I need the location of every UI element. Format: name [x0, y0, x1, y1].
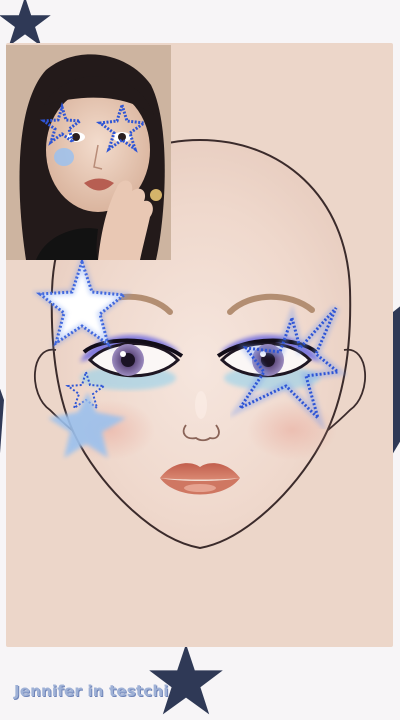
reference-photo	[6, 45, 171, 260]
caption-text: Jennifer in testchi	[14, 682, 169, 700]
reference-photo-illustration	[6, 45, 171, 260]
